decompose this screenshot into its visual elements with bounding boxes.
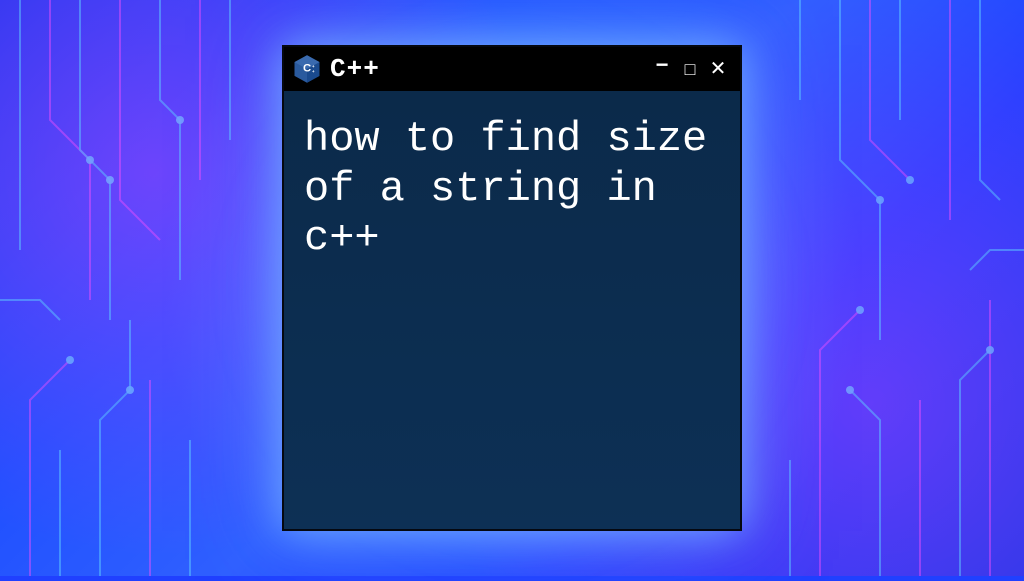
window-title: C++ [330,54,642,84]
cpp-logo-icon: C + + [292,54,322,84]
terminal-window: C + + C++ − □ ✕ how to find size of a st… [282,45,742,531]
svg-text:+: + [312,69,315,74]
maximize-button[interactable]: □ [678,60,702,78]
svg-text:+: + [312,64,315,69]
terminal-content: how to find size of a string in c++ [284,91,740,529]
svg-text:C: C [303,63,311,75]
close-button[interactable]: ✕ [706,59,730,79]
window-controls: − □ ✕ [650,58,730,80]
minimize-button[interactable]: − [650,54,674,76]
window-titlebar[interactable]: C + + C++ − □ ✕ [284,47,740,91]
